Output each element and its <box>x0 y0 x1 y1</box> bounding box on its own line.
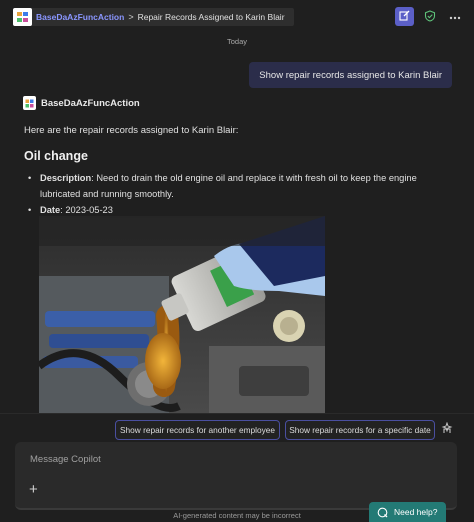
shield-check-icon <box>424 9 436 24</box>
bot-name: BaseDaAzFuncAction <box>41 97 140 109</box>
message-composer[interactable]: Message Copilot + <box>15 442 457 510</box>
more-icon <box>449 12 461 22</box>
record-title: Oil change <box>24 149 88 163</box>
prompt-suggestions-button[interactable] <box>439 421 455 437</box>
breadcrumb-app-link[interactable]: BaseDaAzFuncAction <box>36 12 124 22</box>
app-logo-icon <box>13 8 32 26</box>
date-divider: Today <box>226 37 247 46</box>
new-chat-button[interactable] <box>395 7 414 26</box>
plus-icon[interactable]: + <box>29 482 38 497</box>
need-help-label: Need help? <box>394 507 438 517</box>
description-text: : Need to drain the old engine oil and r… <box>40 173 417 199</box>
description-label: Description <box>40 173 92 183</box>
record-details: Description: Need to drain the old engin… <box>24 170 424 218</box>
bot-header: BaseDaAzFuncAction <box>23 96 140 110</box>
need-help-button[interactable]: Need help? <box>369 502 446 522</box>
breadcrumb-separator: > <box>128 12 134 22</box>
date-value: : 2023-05-23 <box>60 205 113 215</box>
suggestion-button-another-employee[interactable]: Show repair records for another employee <box>115 420 280 440</box>
description-item: Description: Need to drain the old engin… <box>24 170 424 202</box>
header: BaseDaAzFuncAction > Repair Records Assi… <box>0 0 474 34</box>
divider <box>0 413 474 414</box>
user-message: Show repair records assigned to Karin Bl… <box>249 62 452 88</box>
oil-change-photo <box>39 216 325 413</box>
page-title: Repair Records Assigned to Karin Blair <box>137 12 285 22</box>
user-message-text: Show repair records assigned to Karin Bl… <box>259 69 442 81</box>
date-label: Date <box>40 205 61 215</box>
compose-suggestions-icon <box>441 421 453 436</box>
message-input[interactable]: Message Copilot <box>30 454 101 465</box>
bot-logo-icon <box>23 96 36 110</box>
edit-icon <box>399 10 410 23</box>
help-icon <box>377 507 388 518</box>
suggestion-button-specific-date[interactable]: Show repair records for a specific date <box>285 420 435 440</box>
privacy-button[interactable] <box>420 7 439 26</box>
breadcrumb: BaseDaAzFuncAction > Repair Records Assi… <box>13 8 294 26</box>
more-options-button[interactable] <box>445 7 464 26</box>
bot-intro-text: Here are the repair records assigned to … <box>24 125 239 136</box>
